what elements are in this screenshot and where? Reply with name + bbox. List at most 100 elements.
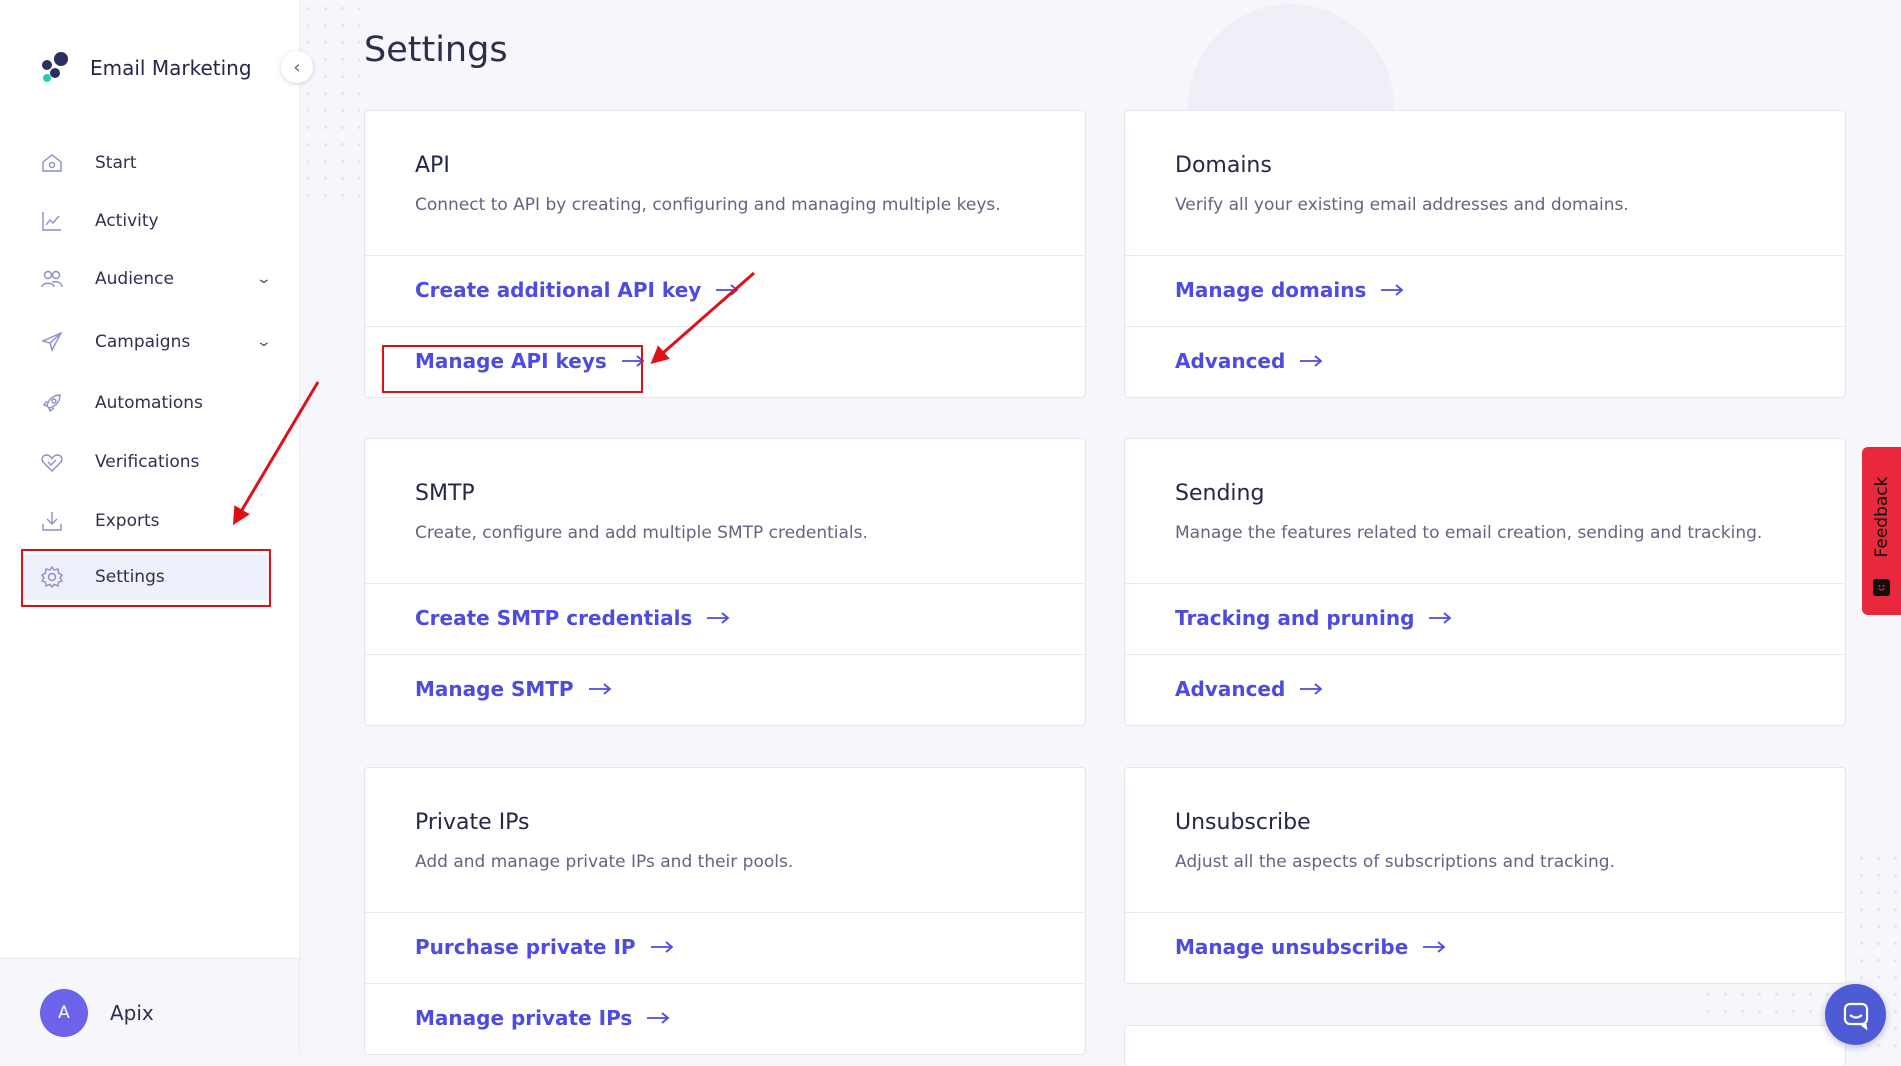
link-label: Tracking and pruning bbox=[1175, 606, 1415, 630]
page-title: Settings bbox=[364, 30, 508, 70]
manage-api-keys-link[interactable]: Manage API keys bbox=[365, 327, 1085, 397]
sidebar-item-label: Automations bbox=[95, 393, 203, 413]
card-header: SMTP Create, configure and add multiple … bbox=[365, 439, 1085, 584]
download-icon bbox=[40, 509, 64, 533]
card-header: API Connect to API by creating, configur… bbox=[365, 111, 1085, 256]
card-unsubscribe: Unsubscribe Adjust all the aspects of su… bbox=[1124, 767, 1846, 984]
card-header: Private IPs Add and manage private IPs a… bbox=[365, 768, 1085, 913]
chart-line-icon bbox=[40, 209, 64, 233]
card-title: Unsubscribe bbox=[1175, 810, 1311, 835]
link-label: Advanced bbox=[1175, 677, 1286, 701]
rocket-icon bbox=[40, 391, 64, 415]
link-label: Manage API keys bbox=[415, 349, 607, 373]
arrow-right-icon bbox=[646, 1011, 670, 1025]
arrow-right-icon bbox=[1422, 940, 1446, 954]
card-description: Connect to API by creating, configuring … bbox=[415, 195, 1001, 215]
link-label: Advanced bbox=[1175, 349, 1286, 373]
card-smtp: SMTP Create, configure and add multiple … bbox=[364, 438, 1086, 726]
card-title: API bbox=[415, 153, 450, 178]
sidebar-item-label: Settings bbox=[95, 567, 165, 587]
card-header: Sending Manage the features related to e… bbox=[1125, 439, 1845, 584]
link-label: Create additional API key bbox=[415, 278, 702, 302]
card-description: Manage the features related to email cre… bbox=[1175, 523, 1763, 543]
sidebar-item-exports[interactable]: Exports bbox=[0, 498, 299, 544]
card-description: Create, configure and add multiple SMTP … bbox=[415, 523, 868, 543]
sidebar-item-label: Exports bbox=[95, 511, 160, 531]
sidebar-item-settings[interactable]: Settings bbox=[22, 554, 270, 600]
brand-logo-icon bbox=[42, 52, 68, 82]
sidebar-item-audience[interactable]: Audience ⌄ bbox=[0, 256, 299, 302]
home-icon bbox=[40, 151, 64, 175]
brand[interactable]: Email Marketing bbox=[38, 48, 252, 88]
paper-plane-icon bbox=[40, 330, 64, 354]
sending-advanced-link[interactable]: Advanced bbox=[1125, 655, 1845, 725]
arrow-right-icon bbox=[588, 682, 612, 696]
arrow-right-icon bbox=[1428, 611, 1452, 625]
sidebar-item-automations[interactable]: Automations bbox=[0, 380, 299, 426]
arrow-right-icon bbox=[650, 940, 674, 954]
sidebar-item-verifications[interactable]: Verifications bbox=[0, 439, 299, 485]
create-smtp-credentials-link[interactable]: Create SMTP credentials bbox=[365, 584, 1085, 655]
user-panel[interactable]: A Apix bbox=[0, 958, 299, 1056]
arrow-right-icon bbox=[621, 354, 645, 368]
arrow-right-icon bbox=[715, 283, 739, 297]
create-api-key-link[interactable]: Create additional API key bbox=[365, 256, 1085, 327]
link-label: Create SMTP credentials bbox=[415, 606, 693, 630]
link-label: Manage domains bbox=[1175, 278, 1367, 302]
card-domains: Domains Verify all your existing email a… bbox=[1124, 110, 1846, 398]
card-private-ips: Private IPs Add and manage private IPs a… bbox=[364, 767, 1086, 1055]
gear-icon bbox=[40, 565, 64, 589]
card-partial bbox=[1124, 1025, 1846, 1066]
card-description: Adjust all the aspects of subscriptions … bbox=[1175, 852, 1615, 872]
purchase-private-ip-link[interactable]: Purchase private IP bbox=[365, 913, 1085, 984]
background-dots bbox=[300, 0, 360, 200]
manage-domains-link[interactable]: Manage domains bbox=[1125, 256, 1845, 327]
avatar[interactable]: A bbox=[40, 989, 88, 1037]
arrow-right-icon bbox=[1299, 682, 1323, 696]
card-header: Unsubscribe Adjust all the aspects of su… bbox=[1125, 768, 1845, 913]
manage-unsubscribe-link[interactable]: Manage unsubscribe bbox=[1125, 913, 1845, 983]
card-description: Add and manage private IPs and their poo… bbox=[415, 852, 794, 872]
manage-smtp-link[interactable]: Manage SMTP bbox=[365, 655, 1085, 725]
card-api: API Connect to API by creating, configur… bbox=[364, 110, 1086, 398]
manage-private-ips-link[interactable]: Manage private IPs bbox=[365, 984, 1085, 1054]
link-label: Purchase private IP bbox=[415, 935, 636, 959]
sidebar-item-campaigns[interactable]: Campaigns ⌄ bbox=[0, 319, 299, 365]
chevron-left-icon: ‹ bbox=[293, 56, 301, 78]
chevron-down-icon[interactable]: ⌄ bbox=[256, 271, 272, 287]
users-icon bbox=[40, 267, 64, 291]
sidebar-item-label: Verifications bbox=[95, 452, 200, 472]
sidebar-item-label: Start bbox=[95, 153, 137, 173]
link-label: Manage SMTP bbox=[415, 677, 574, 701]
collapse-sidebar-button[interactable]: ‹ bbox=[281, 51, 313, 83]
card-description: Verify all your existing email addresses… bbox=[1175, 195, 1629, 215]
feedback-label: Feedback bbox=[1871, 476, 1892, 558]
feedback-tab[interactable]: Feedback bbox=[1862, 447, 1901, 615]
chat-launcher-button[interactable] bbox=[1825, 984, 1886, 1045]
sidebar: Email Marketing ‹ Start Activity Audienc… bbox=[0, 0, 313, 1056]
card-title: Private IPs bbox=[415, 810, 530, 835]
tracking-and-pruning-link[interactable]: Tracking and pruning bbox=[1125, 584, 1845, 655]
card-title: SMTP bbox=[415, 481, 475, 506]
card-title: Sending bbox=[1175, 481, 1265, 506]
arrow-right-icon bbox=[706, 611, 730, 625]
chevron-down-icon[interactable]: ⌄ bbox=[256, 334, 272, 350]
app-name: Email Marketing bbox=[90, 56, 252, 80]
arrow-right-icon bbox=[1299, 354, 1323, 368]
card-sending: Sending Manage the features related to e… bbox=[1124, 438, 1846, 726]
user-name: Apix bbox=[110, 1001, 154, 1025]
card-header: Domains Verify all your existing email a… bbox=[1125, 111, 1845, 256]
card-title: Domains bbox=[1175, 153, 1272, 178]
feedback-icon bbox=[1873, 579, 1890, 596]
domains-advanced-link[interactable]: Advanced bbox=[1125, 327, 1845, 397]
sidebar-item-label: Audience bbox=[95, 269, 174, 289]
sidebar-item-label: Activity bbox=[95, 211, 159, 231]
sidebar-item-activity[interactable]: Activity bbox=[0, 198, 299, 244]
chat-icon bbox=[1843, 1002, 1868, 1030]
link-label: Manage private IPs bbox=[415, 1006, 633, 1030]
heart-check-icon bbox=[40, 450, 64, 474]
sidebar-item-label: Campaigns bbox=[95, 332, 191, 352]
sidebar-item-start[interactable]: Start bbox=[0, 140, 299, 186]
arrow-right-icon bbox=[1380, 283, 1404, 297]
link-label: Manage unsubscribe bbox=[1175, 935, 1409, 959]
